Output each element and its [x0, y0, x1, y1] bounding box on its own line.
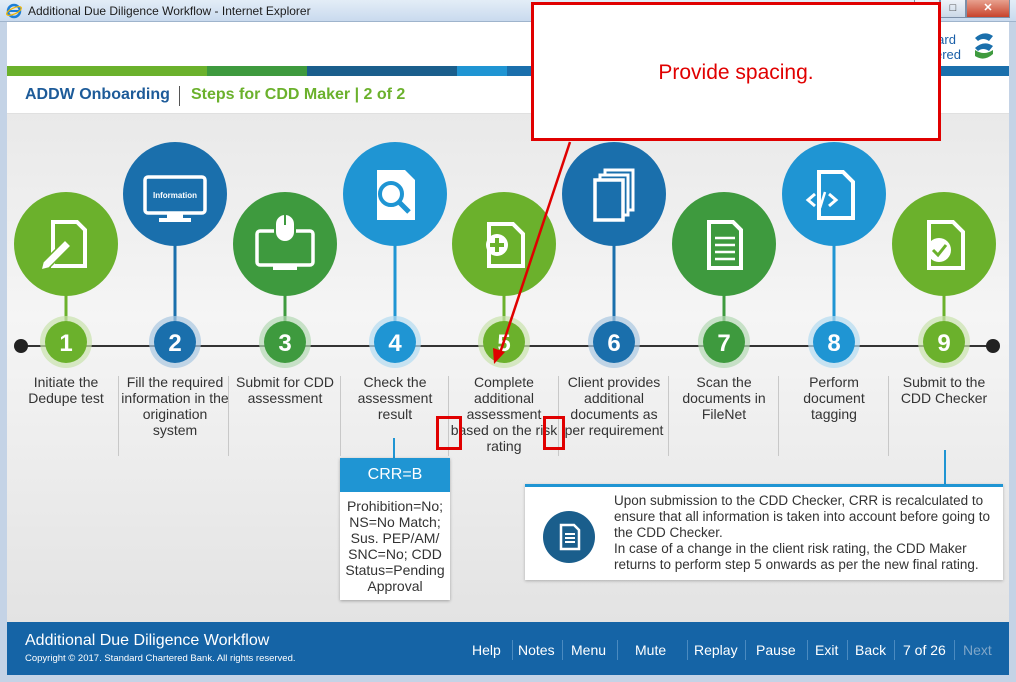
nav-separator — [894, 640, 895, 660]
crr-result-box: CRR=B Prohibition=No; NS=No Match; Sus. … — [340, 458, 450, 600]
step-4-number: 4 — [388, 330, 402, 357]
column-divider — [228, 376, 229, 456]
breadcrumb-sub: Steps for CDD Maker | 2 of 2 — [191, 86, 406, 103]
step-3-circle — [233, 192, 337, 296]
step-3-label: Submit for CDD assessment — [235, 374, 335, 406]
step-2-label: Fill the required information in the ori… — [121, 374, 229, 438]
step-6-number: 6 — [607, 330, 620, 357]
column-divider — [118, 376, 119, 456]
nav-separator — [847, 640, 848, 660]
replay-button[interactable]: Replay — [694, 642, 738, 658]
review-callout-text: Provide spacing. — [658, 61, 814, 84]
mute-button[interactable]: Mute — [635, 642, 666, 658]
pause-button[interactable]: Pause — [756, 642, 796, 658]
breadcrumb-main: ADDW Onboarding — [25, 86, 170, 103]
info-paragraph-2: In case of a change in the client risk r… — [614, 541, 979, 572]
column-divider — [668, 376, 669, 456]
window-frame-right — [1009, 22, 1016, 682]
step-3[interactable]: 3 — [233, 192, 337, 368]
timeline-end-dot — [986, 339, 1000, 353]
next-button[interactable]: Next — [963, 642, 992, 658]
internet-explorer-icon — [6, 3, 22, 19]
info-note-box: Upon submission to the CDD Checker, CRR … — [525, 484, 1003, 580]
nav-separator — [512, 640, 513, 660]
monitor-information-label: Information — [153, 191, 197, 200]
step-6[interactable]: 6 — [562, 142, 666, 368]
breadcrumb-divider — [179, 86, 180, 106]
menu-button[interactable]: Menu — [571, 642, 606, 658]
column-divider — [340, 376, 341, 456]
step-1[interactable]: 1 — [14, 192, 118, 368]
window-frame-left — [0, 22, 7, 682]
step-1-number: 1 — [59, 330, 72, 357]
step-8-label: Perform document tagging — [803, 374, 865, 422]
nav-separator — [617, 640, 618, 660]
nav-separator — [562, 640, 563, 660]
review-callout-box: Provide spacing. — [531, 2, 941, 141]
copyright-text: Copyright © 2017. Standard Chartered Ban… — [25, 653, 296, 664]
window-title: Additional Due Diligence Workflow - Inte… — [28, 4, 311, 18]
back-button[interactable]: Back — [855, 642, 886, 658]
step-6-label: Client provides additional documents as … — [564, 374, 664, 438]
page-counter: 7 of 26 — [903, 642, 946, 658]
step-4-label: Check the assessment result — [357, 374, 433, 422]
step-4[interactable]: 4 — [343, 142, 447, 368]
note-document-icon — [543, 511, 595, 563]
column-divider — [778, 376, 779, 456]
nav-separator — [807, 640, 808, 660]
exit-button[interactable]: Exit — [815, 642, 838, 658]
timeline-start-dot — [14, 339, 28, 353]
step-7[interactable]: 7 — [672, 192, 776, 368]
close-window-button[interactable]: ✕ — [966, 0, 1010, 18]
standard-chartered-logo-icon — [975, 33, 993, 59]
window-frame-bottom — [0, 675, 1016, 682]
step-7-label: Scan the documents in FileNet — [682, 374, 766, 422]
step-8-circle — [782, 142, 886, 246]
step-8[interactable]: 8 — [782, 142, 886, 368]
workflow-stage: 1 Information 2 3 4 5 6 7 8 9 Initiate t… — [7, 114, 1009, 622]
step-8-number: 8 — [827, 330, 840, 357]
info-paragraph-1: Upon submission to the CDD Checker, CRR … — [614, 493, 990, 540]
step-9-number: 9 — [937, 330, 950, 357]
info-note-text: Upon submission to the CDD Checker, CRR … — [614, 493, 1000, 573]
spacing-annotation-mark — [543, 416, 565, 450]
maximize-button[interactable]: □ — [940, 0, 966, 18]
nav-separator — [745, 640, 746, 660]
nav-separator — [954, 640, 955, 660]
step-3-number: 3 — [278, 330, 291, 357]
course-title: Additional Due Diligence Workflow — [25, 632, 270, 649]
crr-details: Prohibition=No; NS=No Match; Sus. PEP/AM… — [345, 498, 445, 594]
notes-button[interactable]: Notes — [518, 642, 555, 658]
step-9[interactable]: 9 — [892, 192, 996, 368]
document-search-icon — [377, 170, 415, 220]
step-1-label: Initiate the Dedupe test — [28, 374, 104, 406]
info-connector — [944, 450, 946, 484]
step-7-number: 7 — [717, 330, 730, 357]
help-button[interactable]: Help — [472, 642, 501, 658]
step-2-number: 2 — [168, 330, 181, 357]
nav-separator — [687, 640, 688, 660]
crr-title: CRR=B — [340, 458, 450, 492]
documents-stack-icon — [593, 168, 635, 222]
crr-connector — [393, 438, 395, 458]
step-5[interactable]: 5 — [452, 192, 556, 368]
step-9-label: Submit to the CDD Checker — [900, 374, 988, 406]
step-2[interactable]: Information 2 — [123, 142, 227, 368]
step-5-number: 5 — [497, 330, 510, 357]
column-divider — [888, 376, 889, 456]
spacing-annotation-mark — [436, 416, 462, 450]
player-footer: Additional Due Diligence Workflow Copyri… — [7, 622, 1009, 675]
